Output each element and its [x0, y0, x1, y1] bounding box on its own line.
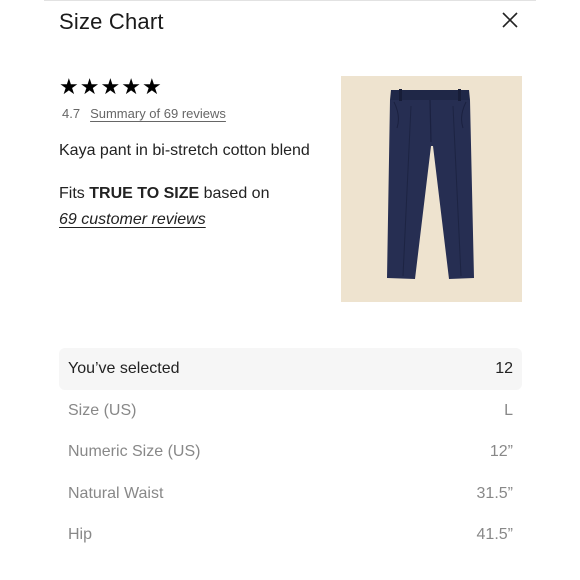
- customer-reviews-link[interactable]: 69 customer reviews: [59, 211, 206, 228]
- star-icon: ★: [121, 74, 141, 99]
- row-value: 12: [495, 360, 513, 377]
- fit-prefix: Fits: [59, 185, 85, 202]
- star-icon: ★: [141, 74, 162, 99]
- size-table: You’ve selected 12 Size (US) L Numeric S…: [59, 348, 522, 556]
- row-value: L: [504, 401, 513, 419]
- table-row: Size (US) L: [59, 390, 522, 432]
- row-value: 12”: [489, 443, 513, 461]
- close-icon: [502, 12, 518, 28]
- rating-summary: 4.7 Summary of 69 reviews: [62, 106, 226, 121]
- table-row: Hip 41.5”: [59, 515, 522, 557]
- product-image: [341, 76, 522, 302]
- table-row: Numeric Size (US) 12”: [59, 432, 522, 474]
- star-rating: ★ ★ ★ ★ ★: [59, 76, 162, 98]
- rating-value: 4.7: [62, 106, 81, 121]
- close-button[interactable]: [499, 9, 521, 31]
- table-row: Natural Waist 31.5”: [59, 473, 522, 515]
- reviews-summary-link[interactable]: Summary of 69 reviews: [90, 106, 226, 121]
- table-row-selected: You’ve selected 12: [59, 348, 522, 390]
- row-label: Numeric Size (US): [68, 443, 201, 461]
- row-label: You’ve selected: [68, 360, 180, 377]
- star-icon: ★: [79, 74, 100, 99]
- row-label: Natural Waist: [68, 484, 164, 502]
- row-label: Size (US): [68, 401, 137, 419]
- star-icon: ★: [100, 74, 121, 99]
- pants-illustration: [341, 76, 522, 302]
- row-value: 41.5”: [476, 526, 513, 544]
- page-title: Size Chart: [59, 9, 164, 34]
- row-label: Hip: [68, 526, 93, 544]
- fit-value: TRUE TO SIZE: [89, 185, 200, 202]
- fit-info: Fits TRUE TO SIZE based on 69 customer r…: [59, 181, 269, 233]
- star-icon: ★: [59, 74, 79, 99]
- product-description: Kaya pant in bi-stretch cotton blend: [59, 142, 310, 159]
- fit-suffix: based on: [203, 185, 270, 202]
- top-divider: [44, 0, 536, 1]
- row-value: 31.5”: [476, 484, 513, 502]
